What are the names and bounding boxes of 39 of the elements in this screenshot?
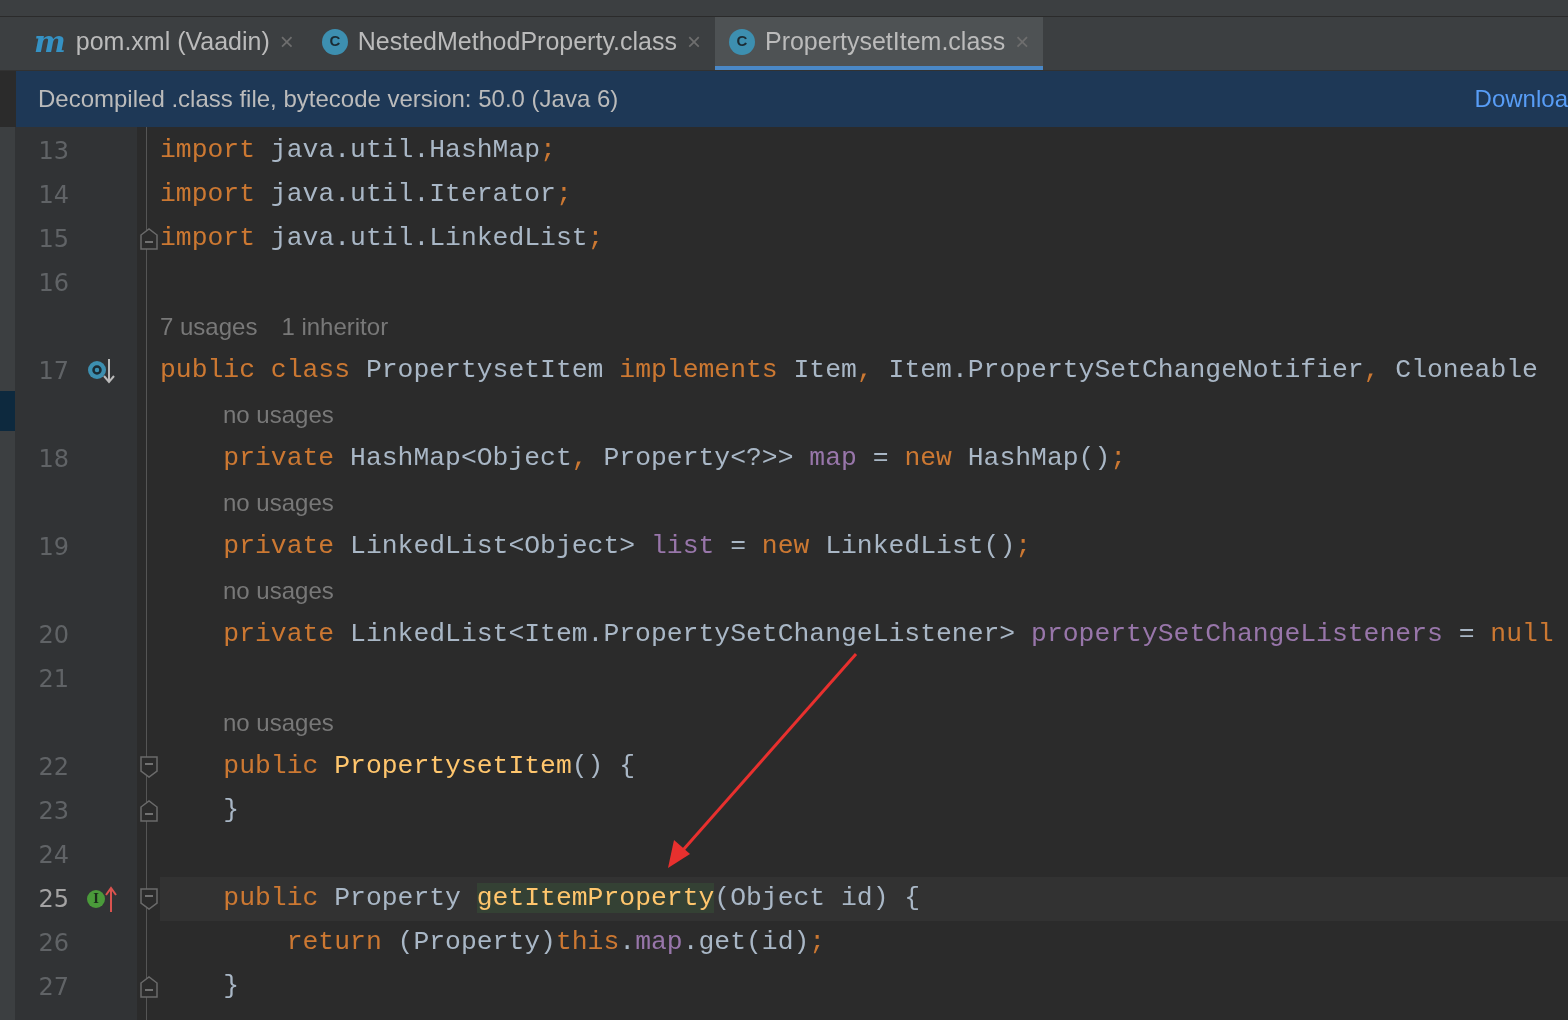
inlay-hint[interactable]: no usages (223, 705, 334, 741)
fold-marker-icon[interactable] (139, 887, 158, 911)
editor-tab[interactable]: C PropertysetItem.class × (714, 17, 1044, 70)
maven-icon: m (34, 26, 66, 57)
inlay-hint[interactable]: 1 inheritor (281, 309, 389, 345)
implemented-down-icon[interactable] (87, 357, 117, 385)
banner-text: Decompiled .class file, bytecode version: 50.0 (Java 6) (38, 84, 619, 114)
tab-label: PropertysetItem.class (764, 25, 1006, 57)
tab-label: NestedMethodProperty.class (357, 25, 677, 57)
code-line: return (Property)this.map.get(id); (285, 926, 826, 960)
code-line: public class PropertysetItem implements Item, Item.PropertySetChangeNotifier, Cloneable (160, 354, 1538, 388)
code-line: import java.util.LinkedList; (160, 222, 604, 256)
inlay-hint[interactable]: no usages (223, 397, 334, 433)
class-icon: C (728, 28, 755, 55)
download-link[interactable]: Downloa (1474, 81, 1568, 117)
inlay-hint[interactable]: 7 usages (160, 309, 258, 345)
tab-label: pom.xml (Vaadin) (75, 25, 270, 57)
selection-marker (0, 391, 15, 431)
inlay-hint[interactable]: no usages (223, 573, 334, 609)
editor-tab[interactable]: C NestedMethodProperty.class × (307, 17, 715, 70)
code-line: public Property getItemProperty(Object id) { (222, 882, 921, 916)
fold-marker-icon[interactable] (139, 975, 158, 999)
inlay-hint[interactable]: no usages (223, 485, 334, 521)
class-icon: C (321, 28, 348, 55)
code-line: private LinkedList<Item.PropertySetChangeListener> propertySetChangeListeners = null (222, 618, 1554, 652)
fold-marker-icon[interactable] (139, 755, 158, 779)
editor-tab[interactable]: m pom.xml (Vaadin) × (20, 17, 308, 70)
close-icon[interactable]: × (686, 29, 701, 54)
code-line: import java.util.HashMap; (160, 134, 556, 168)
code-line: public PropertysetItem() { (222, 750, 636, 784)
code-line: private HashMap<Object, Property<?>> map = new HashMap(); (222, 442, 1127, 476)
fold-marker-icon[interactable] (139, 227, 158, 251)
code-line: } (222, 970, 240, 1004)
code-line: } (222, 794, 240, 828)
line-number: 25 (37, 884, 69, 915)
code-line: private LinkedList<Object> list = new LinkedList(); (222, 530, 1032, 564)
close-icon[interactable]: × (279, 29, 294, 54)
code-line: import java.util.Iterator; (160, 178, 572, 212)
fold-marker-icon[interactable] (139, 799, 158, 823)
